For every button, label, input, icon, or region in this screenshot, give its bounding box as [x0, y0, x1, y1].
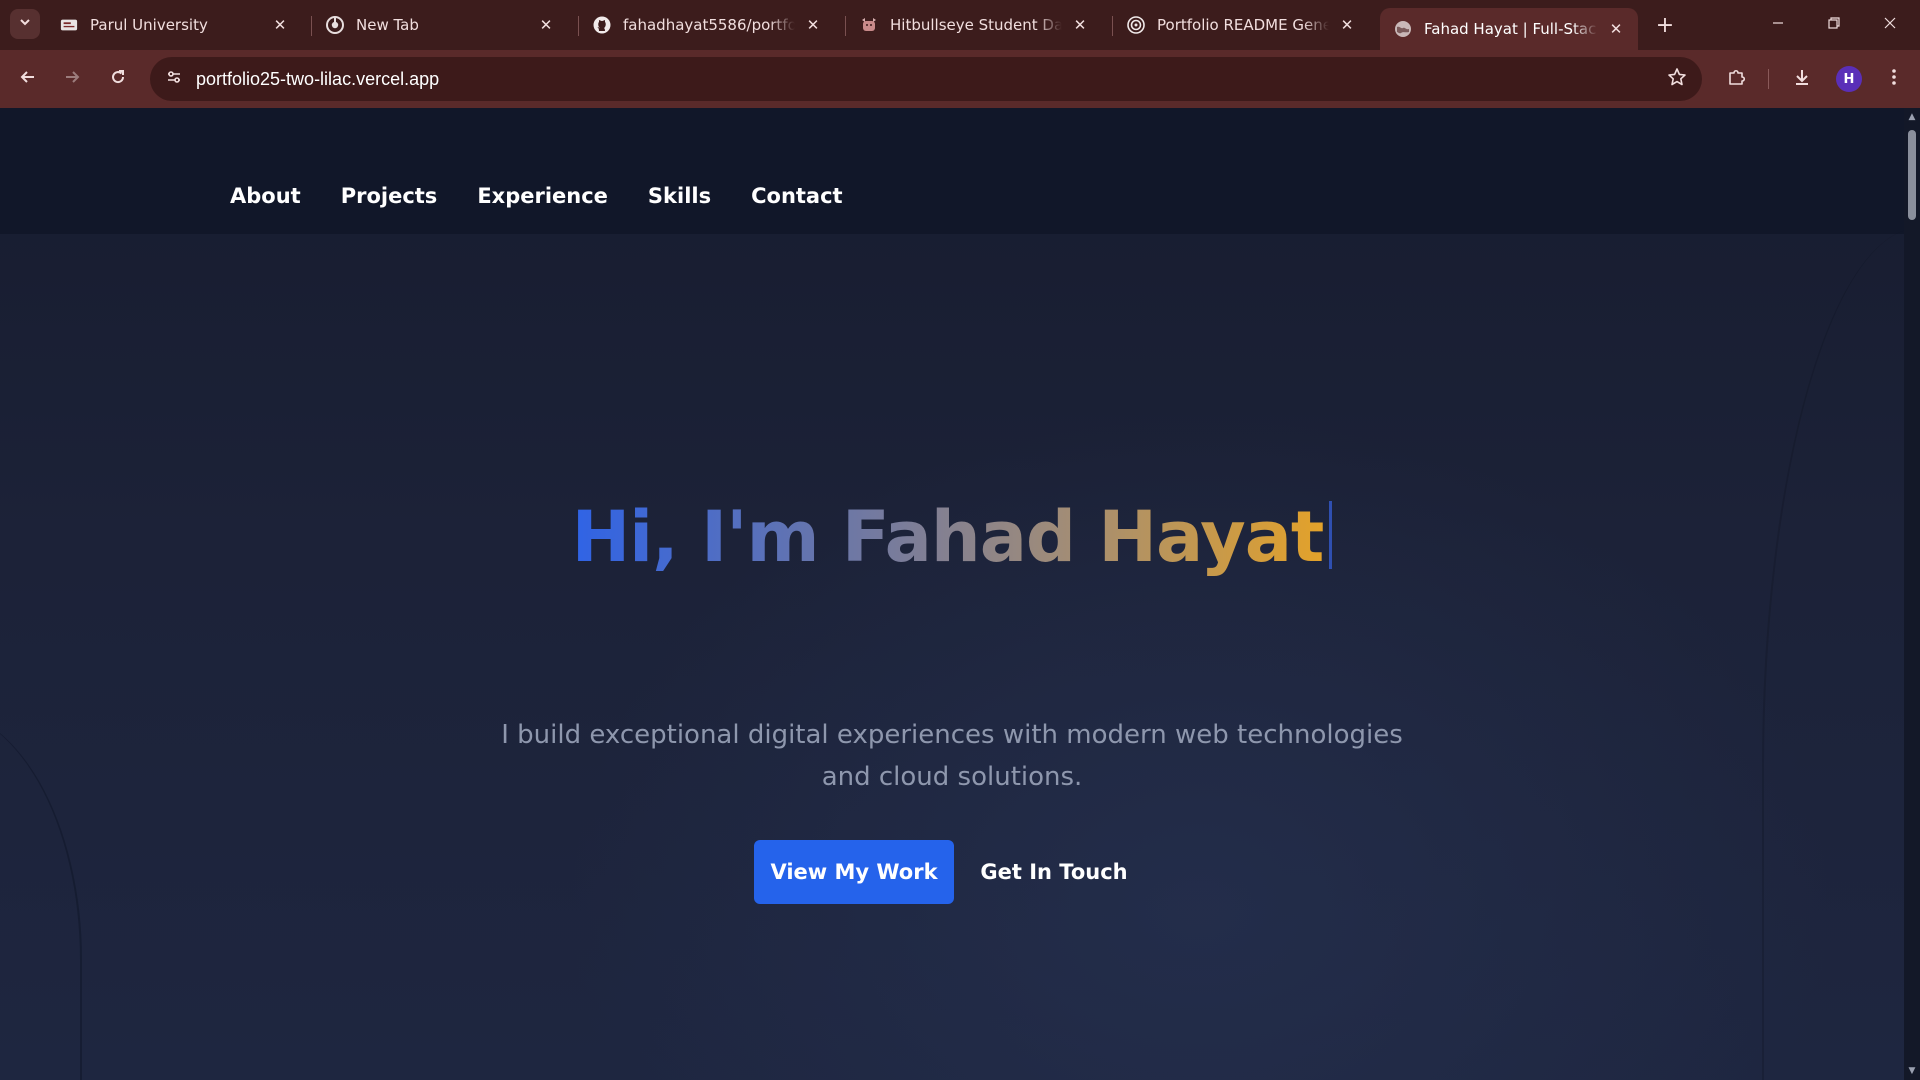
reload-icon [109, 68, 127, 90]
tab-title: New Tab [356, 16, 419, 34]
arrow-right-icon [63, 68, 81, 90]
puzzle-icon [1726, 67, 1746, 91]
kebab-menu-icon [1891, 67, 1897, 91]
star-icon [1667, 67, 1687, 91]
scrollbar-thumb[interactable] [1908, 130, 1916, 220]
tab-portfolio-active[interactable]: Fahad Hayat | Full-Stack D ✕ [1380, 8, 1638, 50]
page-scrollbar[interactable]: ▲ ▼ [1904, 108, 1920, 1080]
parul-favicon [60, 16, 78, 34]
tab-title: Portfolio README Generat [1157, 16, 1329, 34]
openai-icon [1127, 16, 1145, 34]
url-text[interactable]: portfolio25-two-lilac.vercel.app [196, 69, 439, 90]
address-bar[interactable]: portfolio25-two-lilac.vercel.app [150, 57, 1702, 101]
menu-button[interactable] [1878, 63, 1910, 95]
tab-readme-generator[interactable]: Portfolio README Generat ✕ [1113, 8, 1369, 42]
restore-icon [1827, 16, 1841, 34]
downloads-button[interactable] [1786, 63, 1818, 95]
minimize-icon [1771, 16, 1785, 34]
close-icon[interactable]: ✕ [1070, 15, 1090, 35]
hero-title-text: Hi, I'm Fahad Hayat [571, 496, 1325, 578]
get-in-touch-button[interactable]: Get In Touch [976, 840, 1132, 904]
profile-avatar[interactable]: H [1836, 66, 1862, 92]
forward-button[interactable] [56, 63, 88, 95]
site-info-button[interactable] [158, 63, 190, 95]
site-navbar: About Projects Experience Skills Contact [0, 108, 1904, 234]
tab-strip: Parul University ✕ New Tab ✕ fahadhayat5… [0, 0, 1920, 50]
plus-icon: + [1655, 12, 1675, 38]
tune-icon [165, 68, 183, 90]
close-window-button[interactable] [1862, 0, 1918, 50]
tab-hitbullseye[interactable]: Hitbullseye Student Dashb ✕ [846, 8, 1102, 42]
hitbullseye-favicon [860, 16, 878, 34]
back-button[interactable] [12, 63, 44, 95]
nav-link-projects[interactable]: Projects [341, 184, 438, 208]
close-icon[interactable]: ✕ [536, 15, 556, 35]
hero-subtitle-line-1: I build exceptional digital experiences … [501, 720, 1403, 750]
nav-link-skills[interactable]: Skills [648, 184, 711, 208]
close-icon [1883, 16, 1897, 34]
nav-link-about[interactable]: About [230, 184, 301, 208]
scroll-down-arrow-icon[interactable]: ▼ [1907, 1066, 1917, 1076]
tab-title: Fahad Hayat | Full-Stack D [1424, 20, 1598, 38]
tab-title: fahadhayat5586/portfolio [623, 16, 795, 34]
close-icon[interactable]: ✕ [803, 15, 823, 35]
bookmark-button[interactable] [1664, 66, 1690, 92]
globe-icon [1394, 20, 1412, 38]
hero-subtitle-line-2: and cloud solutions. [821, 762, 1083, 792]
close-icon[interactable]: ✕ [1606, 19, 1626, 39]
toolbar-divider [1768, 69, 1769, 89]
tab-github-portfolio[interactable]: fahadhayat5586/portfolio ✕ [579, 8, 835, 42]
scroll-up-arrow-icon[interactable]: ▲ [1907, 112, 1917, 122]
tab-parul-university[interactable]: Parul University ✕ [46, 8, 302, 42]
download-icon [1792, 67, 1812, 91]
close-icon[interactable]: ✕ [1337, 15, 1357, 35]
hero-title: Hi, I'm Fahad Hayat [0, 496, 1904, 578]
nav-links: About Projects Experience Skills Contact [230, 184, 843, 208]
hero-subtitle: I build exceptional digital experiences … [500, 714, 1404, 798]
tab-title: Hitbullseye Student Dashb [890, 16, 1062, 34]
reload-button[interactable] [102, 63, 134, 95]
github-icon [593, 16, 611, 34]
tab-new-tab[interactable]: New Tab ✕ [312, 8, 568, 42]
new-tab-button[interactable]: + [1652, 12, 1678, 38]
minimize-button[interactable] [1750, 0, 1806, 50]
chrome-icon [326, 16, 344, 34]
tab-title: Parul University [90, 16, 208, 34]
tab-search-button[interactable] [10, 9, 40, 39]
close-icon[interactable]: ✕ [270, 15, 290, 35]
restore-button[interactable] [1806, 0, 1862, 50]
nav-link-contact[interactable]: Contact [751, 184, 843, 208]
page-viewport: About Projects Experience Skills Contact… [0, 108, 1904, 1080]
browser-toolbar: portfolio25-two-lilac.vercel.app [0, 50, 1920, 108]
typing-caret [1329, 501, 1333, 569]
arrow-left-icon [19, 68, 37, 90]
chevron-down-icon [18, 15, 32, 33]
extensions-button[interactable] [1720, 63, 1752, 95]
nav-link-experience[interactable]: Experience [477, 184, 608, 208]
view-my-work-button[interactable]: View My Work [754, 840, 954, 904]
